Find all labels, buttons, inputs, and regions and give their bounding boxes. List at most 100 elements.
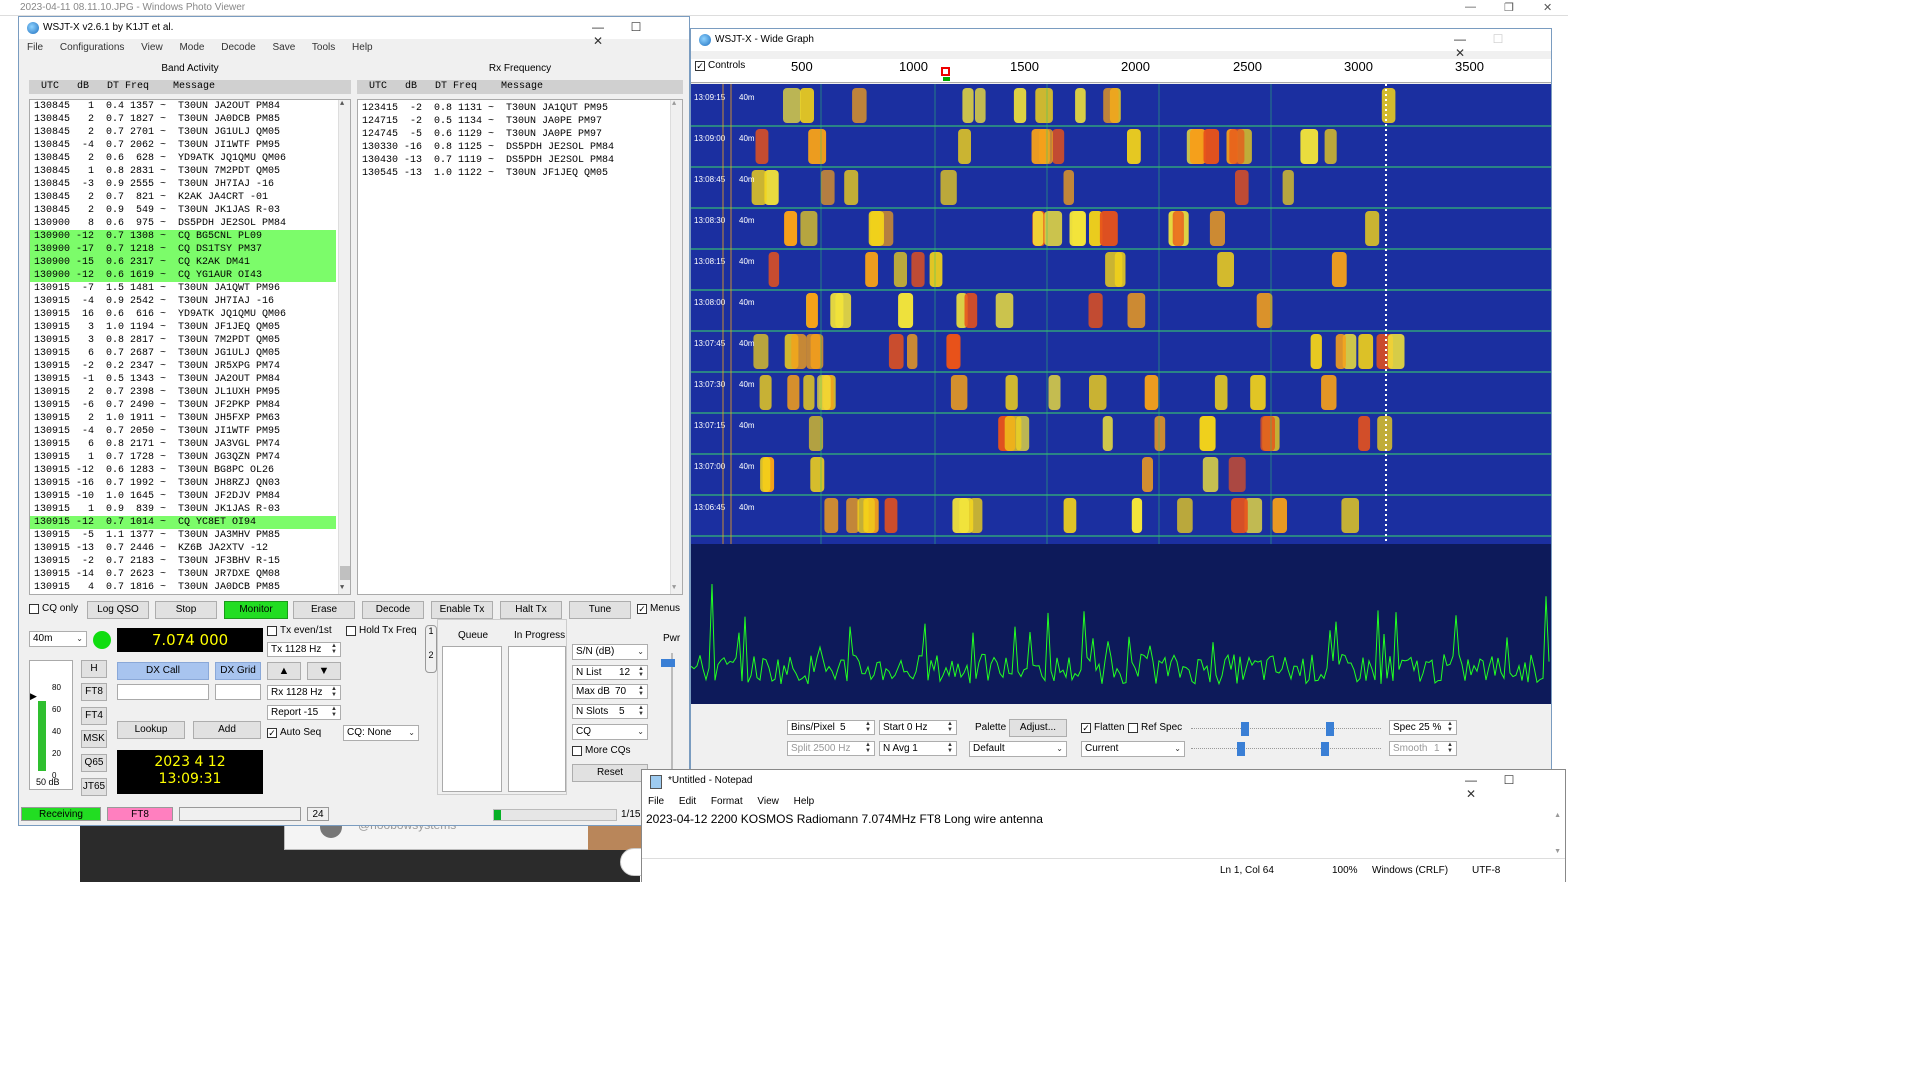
dx-grid-button[interactable]: DX Grid [215, 662, 261, 680]
band-activity-row[interactable]: 130845 2 0.7 2701 ~ T30UN JG1ULJ QM05 [30, 126, 336, 139]
slider-handle[interactable] [1237, 742, 1245, 756]
hold-tx-freq-checkbox[interactable]: Hold Tx Freq [346, 625, 417, 636]
tab-2[interactable]: 2 [426, 650, 436, 660]
band-activity-row[interactable]: 130845 1 0.4 1357 ~ T30UN JA2OUT PM84 [30, 100, 336, 113]
band-activity-row[interactable]: 130915 2 1.0 1911 ~ T30UN JH5FXP PM63 [30, 412, 336, 425]
band-activity-row[interactable]: 130915 -5 1.1 1377 ~ T30UN JA3MHV PM85 [30, 529, 336, 542]
spec-spinbox[interactable]: Spec 25 % ▲ ▼ [1389, 720, 1457, 735]
close-icon[interactable]: ✕ [1441, 46, 1479, 60]
band-activity-scrollbar[interactable]: ▲ ▼ [338, 100, 350, 594]
scroll-thumb[interactable] [340, 566, 350, 580]
band-activity-row[interactable]: 130915 -2 0.7 2183 ~ T30UN JF3BHV R-15 [30, 555, 336, 568]
menu-view[interactable]: View [141, 42, 163, 53]
n-slots-spinbox[interactable]: N Slots 5 ▲ ▼ [572, 704, 648, 719]
waterfall-display[interactable]: 13:09:15 40m 13:09:00 40m 13:08:45 40m 13:08:3… [691, 84, 1551, 544]
band-activity-row[interactable]: 130915 -10 1.0 1645 ~ T30UN JF2DJV PM84 [30, 490, 336, 503]
rx-frequency-row[interactable]: 124715 -2 0.5 1134 ~ T30UN JA0PE PM97 [358, 115, 668, 128]
monitor-button[interactable]: Monitor [224, 601, 288, 619]
minimize-icon[interactable]: — [1452, 773, 1490, 787]
menu-edit[interactable]: Edit [679, 796, 696, 807]
slider-handle[interactable] [1241, 722, 1249, 736]
menu-decode[interactable]: Decode [221, 42, 255, 53]
photo-viewer-maximize-icon[interactable]: ❐ [1504, 1, 1514, 14]
spin-arrows-icon[interactable]: ▲ ▼ [865, 721, 873, 733]
band-activity-row[interactable]: 130915 -4 0.7 2050 ~ T30UN JI1WTF PM95 [30, 425, 336, 438]
band-activity-row[interactable]: 130845 2 0.7 1827 ~ T30UN JA0DCB PM85 [30, 113, 336, 126]
minimize-icon[interactable]: — [1441, 32, 1479, 46]
sn-select[interactable]: S/N (dB) ⌄ [572, 644, 648, 660]
menu-format[interactable]: Format [711, 796, 743, 807]
mode-jt65-button[interactable]: JT65 [81, 778, 107, 796]
scroll-down-icon[interactable]: ▼ [1554, 848, 1561, 855]
checkbox-box[interactable]: ✓ [637, 603, 647, 614]
n-avg-spinbox[interactable]: N Avg 1 ▲ ▼ [879, 741, 957, 756]
spin-arrows-icon[interactable]: ▲ ▼ [947, 742, 955, 754]
band-activity-row[interactable]: 130915 1 0.7 1728 ~ T30UN JG3QZN PM74 [30, 451, 336, 464]
palette-select[interactable]: Default ⌄ [969, 741, 1067, 757]
maximize-icon[interactable]: ☐ [617, 20, 655, 34]
checkbox-box[interactable] [29, 603, 39, 614]
decode-button[interactable]: Decode [362, 601, 424, 619]
band-activity-row[interactable]: 130915 -2 0.2 2347 ~ T30UN JR5XPG PM74 [30, 360, 336, 373]
scroll-down-icon[interactable]: ▼ [672, 584, 676, 592]
menu-file[interactable]: File [27, 42, 43, 53]
band-activity-row[interactable]: 130915 -12 0.7 1014 ~ CQ YC8ET OI94 [30, 516, 336, 529]
scroll-up-icon[interactable]: ▲ [1554, 812, 1561, 819]
dx-call-button[interactable]: DX Call [117, 662, 209, 680]
slider-handle[interactable] [1321, 742, 1329, 756]
spin-arrows-icon[interactable]: ▲ ▼ [865, 742, 873, 754]
band-activity-row[interactable]: 130915 -7 1.5 1481 ~ T30UN JA1QWT PM96 [30, 282, 336, 295]
close-icon[interactable]: ✕ [579, 34, 617, 48]
band-activity-row[interactable]: 130915 4 0.7 1816 ~ T30UN JA0DCB PM85 [30, 581, 336, 594]
close-icon[interactable]: ✕ [1452, 787, 1490, 801]
queue-list[interactable] [442, 646, 502, 792]
lookup-button[interactable]: Lookup [117, 721, 185, 739]
cq-only-checkbox[interactable]: CQ only [29, 603, 78, 614]
tx-frequency-spinbox[interactable]: Tx 1128 Hz ▲ ▼ [267, 642, 341, 657]
band-activity-row[interactable]: 130915 16 0.6 616 ~ YD9ATK JQ1QMU QM06 [30, 308, 336, 321]
menu-help[interactable]: Help [352, 42, 373, 53]
spin-arrows-icon[interactable]: ▲ ▼ [331, 643, 339, 655]
cq-none-select[interactable]: CQ: None ⌄ [343, 725, 419, 741]
band-activity-row[interactable]: 130915 6 0.7 2687 ~ T30UN JG1ULJ QM05 [30, 347, 336, 360]
rx-frequency-scrollbar[interactable]: ▲ ▼ [670, 100, 682, 594]
scroll-up-icon[interactable]: ▲ [340, 100, 344, 108]
menu-tools[interactable]: Tools [312, 42, 335, 53]
more-cqs-checkbox[interactable]: More CQs [572, 745, 631, 756]
dx-call-input[interactable] [117, 684, 209, 700]
checkbox-box[interactable]: ✓ [1081, 722, 1091, 733]
mode-ft8-button[interactable]: FT8 [81, 683, 107, 701]
stop-button[interactable]: Stop [155, 601, 217, 619]
band-activity-row[interactable]: 130900 -17 0.7 1218 ~ CQ DS1TSY PM37 [30, 243, 336, 256]
menu-help[interactable]: Help [794, 796, 815, 807]
band-activity-row[interactable]: 130900 -15 0.6 2317 ~ CQ K2AK DM41 [30, 256, 336, 269]
menu-view[interactable]: View [757, 796, 779, 807]
spin-arrows-icon[interactable]: ▲ ▼ [1447, 742, 1455, 754]
checkbox-box[interactable] [572, 745, 582, 756]
halt-tx-button[interactable]: Halt Tx [500, 601, 562, 619]
mode-h-button[interactable]: H [81, 660, 107, 678]
band-activity-row[interactable]: 130915 -4 0.9 2542 ~ T30UN JH7IAJ -16 [30, 295, 336, 308]
pwr-slider-handle[interactable] [661, 659, 675, 667]
menu-configurations[interactable]: Configurations [60, 42, 124, 53]
checkbox-box[interactable] [1128, 722, 1138, 733]
cq-select[interactable]: CQ ⌄ [572, 724, 648, 740]
band-activity-row[interactable]: 130915 3 1.0 1194 ~ T30UN JF1JEQ QM05 [30, 321, 336, 334]
photo-viewer-close-icon[interactable]: ✕ [1543, 1, 1552, 14]
rx-frequency-row[interactable]: 130330 -16 0.8 1125 ~ DS5PDH JE2SOL PM84 [358, 141, 668, 154]
band-activity-row[interactable]: 130915 3 0.8 2817 ~ T30UN 7M2PDT QM05 [30, 334, 336, 347]
band-activity-row[interactable]: 130915 1 0.9 839 ~ T30UN JK1JAS R-03 [30, 503, 336, 516]
spin-arrows-icon[interactable]: ▲ ▼ [638, 705, 646, 717]
reset-button[interactable]: Reset [572, 764, 648, 782]
checkbox-box[interactable] [267, 625, 277, 636]
band-activity-row[interactable]: 130915 -14 0.7 2623 ~ T30UN JR7DXE QM08 [30, 568, 336, 581]
report-spinbox[interactable]: Report -15 ▲ ▼ [267, 705, 341, 720]
tab-1[interactable]: 1 [426, 626, 436, 636]
spin-arrows-icon[interactable]: ▲ ▼ [947, 721, 955, 733]
start-spinbox[interactable]: Start 0 Hz ▲ ▼ [879, 720, 957, 735]
controls-checkbox[interactable]: ✓ Controls [695, 60, 745, 71]
scroll-down-icon[interactable]: ▼ [340, 584, 344, 592]
band-activity-row[interactable]: 130915 -13 0.7 2446 ~ KZ6B JA2XTV -12 [30, 542, 336, 555]
split-spinbox[interactable]: Split 2500 Hz ▲ ▼ [787, 741, 875, 756]
tune-button[interactable]: Tune [569, 601, 631, 619]
